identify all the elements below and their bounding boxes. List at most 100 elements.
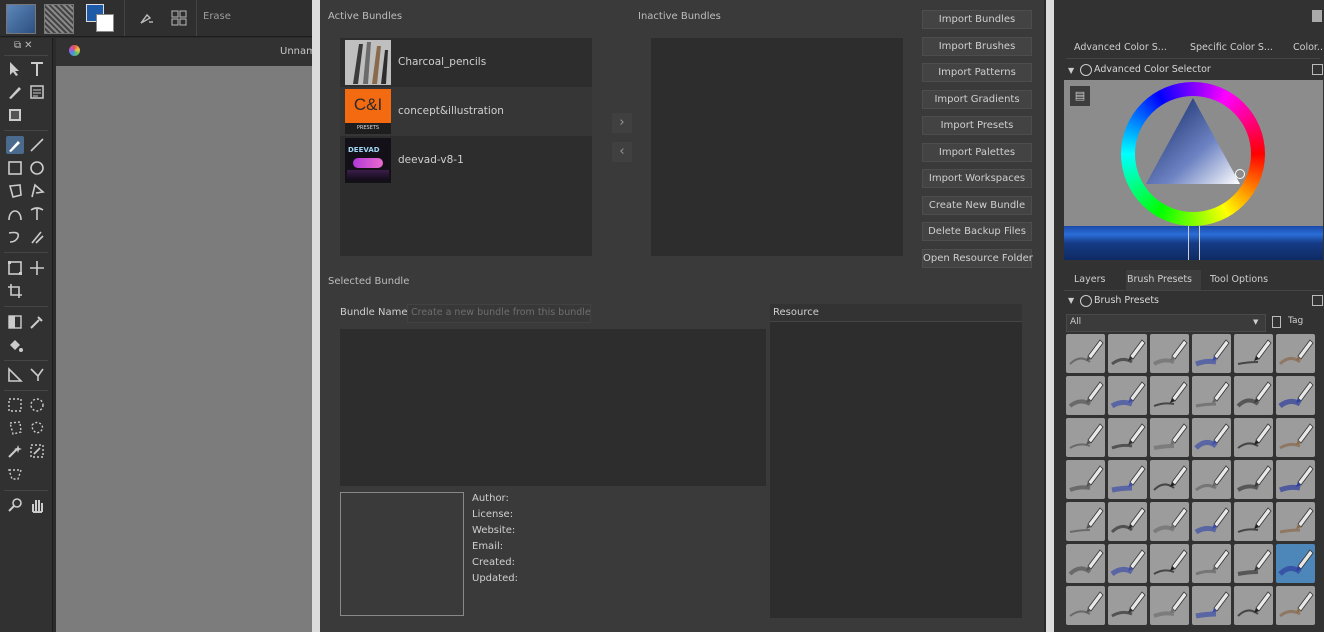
delete-backup-files-button[interactable]: Delete Backup Files	[922, 222, 1032, 241]
color-swatches[interactable]	[86, 4, 114, 32]
tab-layers[interactable]: Layers	[1074, 274, 1105, 285]
brush-preset-item[interactable]	[1108, 586, 1147, 625]
select-shapes-icon[interactable]	[6, 60, 24, 78]
rectangle-tool-icon[interactable]	[6, 159, 24, 177]
tab-specific-color[interactable]: Specific Color S...	[1190, 42, 1273, 53]
brush-preset-item[interactable]	[1108, 460, 1147, 499]
bundle-name-input[interactable]: Create a new bundle from this bundle	[407, 304, 591, 323]
resource-list[interactable]	[770, 322, 1022, 618]
freehand-path-icon[interactable]	[28, 205, 46, 223]
polygon-tool-icon[interactable]	[6, 182, 24, 200]
tab-brush-presets[interactable]: Brush Presets	[1127, 274, 1192, 285]
brush-preset-item[interactable]	[1150, 544, 1189, 583]
move-tool-icon[interactable]	[28, 259, 46, 277]
advanced-color-selector[interactable]: ▤	[1064, 80, 1323, 260]
brush-preset-item[interactable]	[1234, 376, 1273, 415]
brush-preset-item[interactable]	[1150, 334, 1189, 373]
multibrush-icon[interactable]	[28, 228, 46, 246]
line-tool-icon[interactable]	[28, 136, 46, 154]
brush-preset-item[interactable]	[1150, 460, 1189, 499]
color-picker-icon[interactable]	[28, 313, 46, 331]
brush-preset-item[interactable]	[1066, 586, 1105, 625]
import-patterns-button[interactable]: Import Patterns	[922, 63, 1032, 82]
brush-preset-item[interactable]	[1234, 418, 1273, 457]
brush-preset-item[interactable]	[1066, 418, 1105, 457]
edit-shapes-icon[interactable]	[6, 83, 24, 101]
reference-image-icon[interactable]	[6, 106, 24, 124]
import-bundles-button[interactable]: Import Bundles	[922, 10, 1032, 29]
brush-preset-grid[interactable]	[1066, 334, 1324, 632]
dock-menu-icon[interactable]	[1312, 10, 1322, 22]
bundle-description-area[interactable]	[340, 329, 766, 486]
panel-float-icon[interactable]	[1312, 64, 1323, 75]
canvas-area[interactable]	[56, 66, 312, 632]
brush-preset-item[interactable]	[1234, 334, 1273, 373]
brush-preset-item[interactable]	[1276, 418, 1315, 457]
presets-lock-icon[interactable]	[1080, 295, 1092, 307]
presets-collapse-arrow-icon[interactable]: ▼	[1068, 296, 1074, 305]
import-gradients-button[interactable]: Import Gradients	[922, 90, 1032, 109]
brush-preset-item[interactable]	[1108, 544, 1147, 583]
brush-preset-item[interactable]	[1192, 502, 1231, 541]
brush-preset-item[interactable]	[1108, 334, 1147, 373]
assistant-tool-icon[interactable]	[6, 366, 24, 384]
brush-preset-item[interactable]	[1192, 418, 1231, 457]
bezier-select-icon[interactable]	[6, 465, 24, 483]
brush-preset-item[interactable]	[1108, 376, 1147, 415]
rect-select-icon[interactable]	[6, 396, 24, 414]
import-presets-button[interactable]: Import Presets	[922, 116, 1032, 135]
contiguous-select-icon[interactable]	[6, 442, 24, 460]
pan-tool-icon[interactable]	[28, 496, 46, 514]
crop-tool-icon[interactable]	[6, 282, 24, 300]
zoom-tool-icon[interactable]	[6, 496, 24, 514]
brush-preview-swatch[interactable]	[6, 4, 36, 34]
fill-tool-icon[interactable]	[6, 336, 24, 354]
measure-tool-icon[interactable]	[28, 366, 46, 384]
gradient-tool-icon[interactable]	[6, 313, 24, 331]
inactive-bundles-list[interactable]	[651, 38, 903, 256]
brush-preset-item[interactable]	[1276, 376, 1315, 415]
similar-select-icon[interactable]	[28, 442, 46, 460]
list-item[interactable]: C&I PRESETS concept&illustration	[340, 87, 592, 136]
brush-preset-item[interactable]	[1150, 376, 1189, 415]
import-workspaces-button[interactable]: Import Workspaces	[922, 169, 1032, 188]
brush-preset-item[interactable]	[1276, 502, 1315, 541]
brush-preset-item[interactable]	[1192, 334, 1231, 373]
tab-advanced-color[interactable]: Advanced Color S...	[1074, 42, 1167, 53]
brush-preset-item[interactable]	[1192, 376, 1231, 415]
brush-preset-item[interactable]	[1192, 586, 1231, 625]
brush-preset-item[interactable]	[1234, 544, 1273, 583]
brush-preset-item[interactable]	[1150, 586, 1189, 625]
bezier-tool-icon[interactable]	[6, 205, 24, 223]
presets-float-icon[interactable]	[1312, 295, 1323, 306]
selector-settings-icon[interactable]: ▤	[1070, 86, 1090, 106]
tab-color[interactable]: Color...	[1293, 42, 1324, 53]
toolbox-float-close-icon[interactable]: ⧉✕	[14, 40, 44, 52]
create-new-bundle-button[interactable]: Create New Bundle	[922, 196, 1032, 215]
active-bundles-list[interactable]: Charcoal_pencils C&I PRESETS concept&ill…	[340, 38, 592, 256]
deactivate-arrow-icon[interactable]: ›	[612, 113, 632, 133]
brush-preset-item[interactable]	[1192, 544, 1231, 583]
text-tool-icon[interactable]	[28, 60, 46, 78]
polyline-tool-icon[interactable]	[28, 182, 46, 200]
color-sliders[interactable]	[1064, 226, 1323, 260]
brush-preset-item[interactable]	[1066, 502, 1105, 541]
freehand-brush-icon[interactable]	[6, 136, 24, 154]
activate-arrow-icon[interactable]: ‹	[612, 142, 632, 162]
import-palettes-button[interactable]: Import Palettes	[922, 143, 1032, 162]
brush-preset-item[interactable]	[1150, 418, 1189, 457]
list-item[interactable]: DEEVAD deevad-v8-1	[340, 136, 592, 185]
tag-filter-select[interactable]: All ▼	[1066, 314, 1266, 332]
brush-preset-item[interactable]	[1108, 502, 1147, 541]
list-item[interactable]: Charcoal_pencils	[340, 38, 592, 87]
tab-tool-options[interactable]: Tool Options	[1210, 274, 1268, 285]
import-brushes-button[interactable]: Import Brushes	[922, 37, 1032, 56]
panel-lock-icon[interactable]	[1080, 64, 1092, 76]
grid-icon[interactable]	[170, 9, 188, 27]
brush-preset-item[interactable]	[1234, 502, 1273, 541]
calligraphy-icon[interactable]	[28, 83, 46, 101]
brush-preset-item[interactable]	[1066, 376, 1105, 415]
tag-button[interactable]: Tag	[1288, 316, 1303, 326]
brush-preset-item[interactable]	[1192, 460, 1231, 499]
brush-preset-item[interactable]	[1276, 334, 1315, 373]
